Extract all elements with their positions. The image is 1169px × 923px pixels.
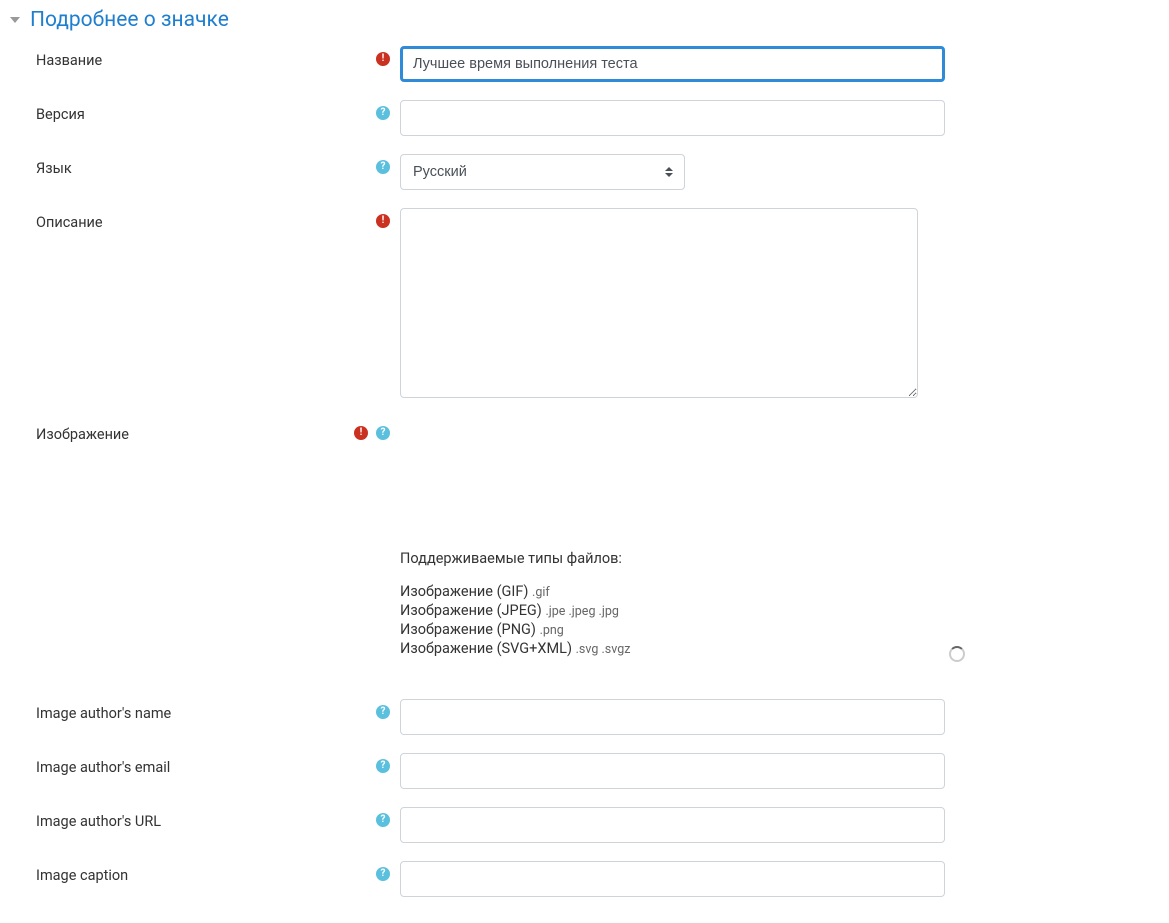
version-label: Версия [36, 106, 85, 123]
caption-label: Image caption [36, 867, 128, 884]
author-url-label: Image author's URL [36, 813, 161, 830]
required-icon: ! [376, 214, 390, 228]
section-header[interactable]: Подробнее о значке [10, 8, 990, 32]
file-type-line: Изображение (JPEG) .jpe .jpeg .jpg [400, 602, 965, 619]
help-icon[interactable]: ? [376, 759, 390, 773]
supported-files-info: Поддерживаемые типы файлов: Изображение … [400, 550, 965, 657]
help-icon[interactable]: ? [376, 867, 390, 881]
author-name-label: Image author's name [36, 705, 171, 722]
author-email-input[interactable] [400, 753, 945, 789]
supported-files-heading: Поддерживаемые типы файлов: [400, 550, 965, 567]
author-email-label: Image author's email [36, 759, 170, 776]
help-icon[interactable]: ? [376, 426, 390, 440]
language-select[interactable]: Русский [400, 154, 685, 190]
section-title: Подробнее о значке [30, 8, 229, 32]
help-icon[interactable]: ? [376, 813, 390, 827]
file-type-line: Изображение (SVG+XML) .svg .svgz [400, 640, 965, 657]
required-icon: ! [376, 52, 390, 66]
help-icon[interactable]: ? [376, 705, 390, 719]
description-textarea[interactable] [400, 208, 918, 398]
version-input[interactable] [400, 100, 945, 136]
file-type-line: Изображение (PNG) .png [400, 621, 965, 638]
required-icon: ! [354, 426, 368, 440]
language-label: Язык [36, 160, 72, 177]
collapse-triangle-icon [10, 17, 20, 23]
help-icon[interactable]: ? [376, 160, 390, 174]
caption-input[interactable] [400, 861, 945, 897]
file-type-line: Изображение (GIF) .gif [400, 583, 965, 600]
loading-spinner-icon [949, 646, 965, 662]
help-icon[interactable]: ? [376, 106, 390, 120]
name-label: Название [36, 52, 102, 69]
name-input[interactable] [400, 46, 945, 82]
author-name-input[interactable] [400, 699, 945, 735]
image-label: Изображение [36, 426, 129, 443]
author-url-input[interactable] [400, 807, 945, 843]
description-label: Описание [36, 214, 103, 231]
